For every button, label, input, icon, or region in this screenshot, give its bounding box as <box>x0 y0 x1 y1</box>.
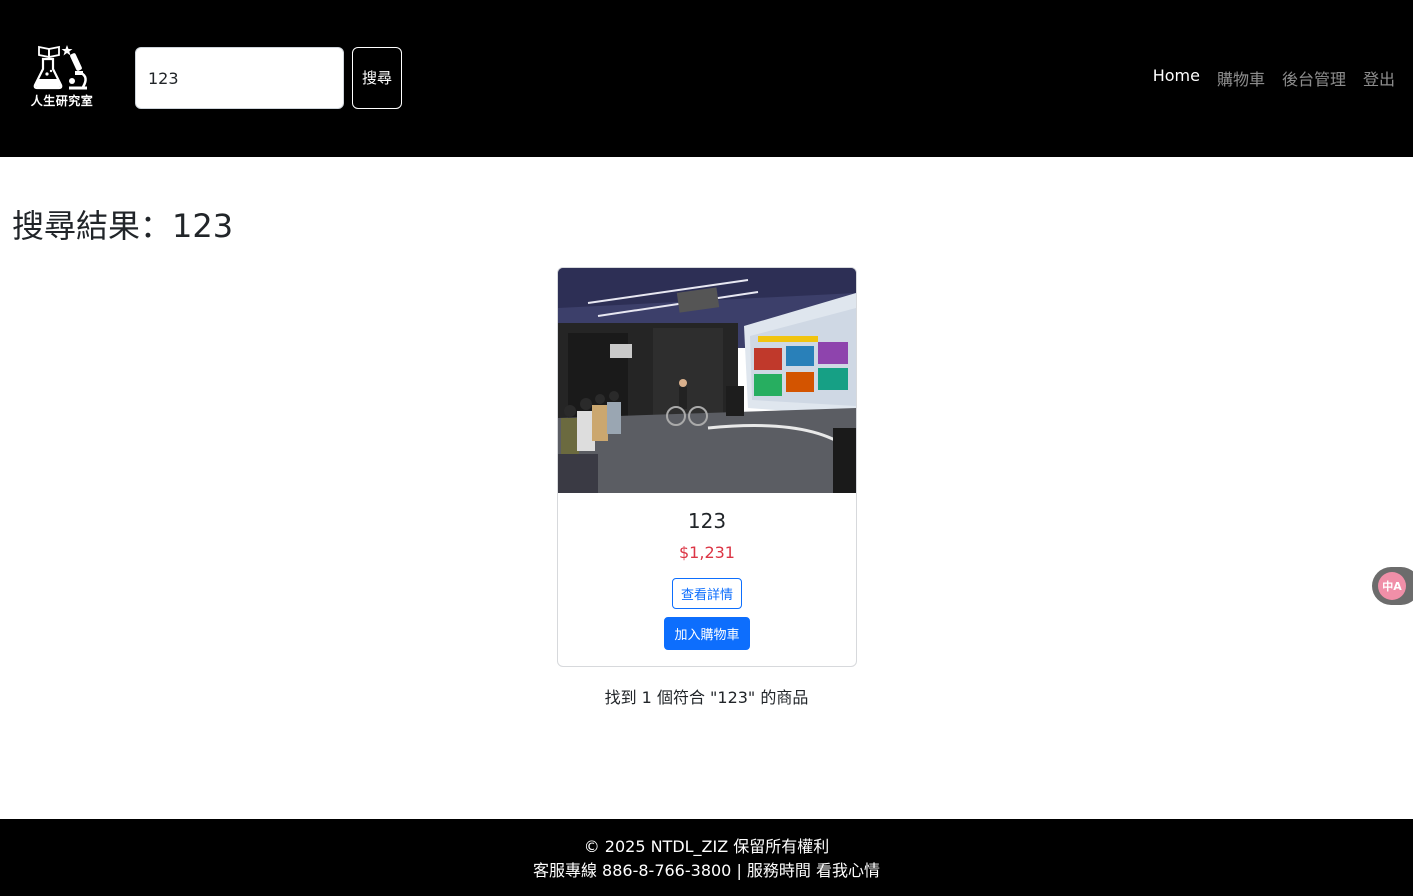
page-title: 搜尋結果：123 <box>12 207 234 245</box>
nav-admin[interactable]: 後台管理 <box>1282 66 1346 90</box>
logo-text: 人生研究室 <box>30 94 94 108</box>
nav-logout[interactable]: 登出 <box>1363 66 1395 90</box>
site-footer: © 2025 NTDL_ZIZ 保留所有權利 客服專線 886-8-766-38… <box>0 819 1413 896</box>
main-nav: Home 購物車 後台管理 登出 <box>1153 66 1395 90</box>
view-details-button[interactable]: 查看詳情 <box>671 578 742 609</box>
card-body: 123 $1,231 查看詳情 加入購物車 <box>558 509 856 650</box>
search-button[interactable]: 搜尋 <box>352 47 402 109</box>
nav-cart[interactable]: 購物車 <box>1217 66 1265 90</box>
translate-widget[interactable]: 中A <box>1372 567 1413 605</box>
logo[interactable]: 人生研究室 <box>25 43 99 111</box>
product-card: 123 $1,231 查看詳情 加入購物車 <box>557 267 857 667</box>
nav-home[interactable]: Home <box>1153 66 1200 90</box>
product-name: 123 <box>687 509 727 533</box>
site-header: 人生研究室 搜尋 Home 購物車 後台管理 登出 <box>0 0 1413 157</box>
search-input[interactable] <box>135 47 344 109</box>
product-image[interactable] <box>558 268 856 493</box>
search-result-count: 找到 1 個符合 "123" 的商品 <box>604 688 809 707</box>
translate-icon[interactable]: 中A <box>1378 572 1406 600</box>
product-price: $1,231 <box>679 543 735 562</box>
lab-logo-icon <box>33 45 87 90</box>
footer-copyright: © 2025 NTDL_ZIZ 保留所有權利 <box>583 837 830 856</box>
footer-contact: 客服專線 886-8-766-3800 | 服務時間 看我心情 <box>532 861 881 880</box>
add-to-cart-button[interactable]: 加入購物車 <box>664 617 750 650</box>
